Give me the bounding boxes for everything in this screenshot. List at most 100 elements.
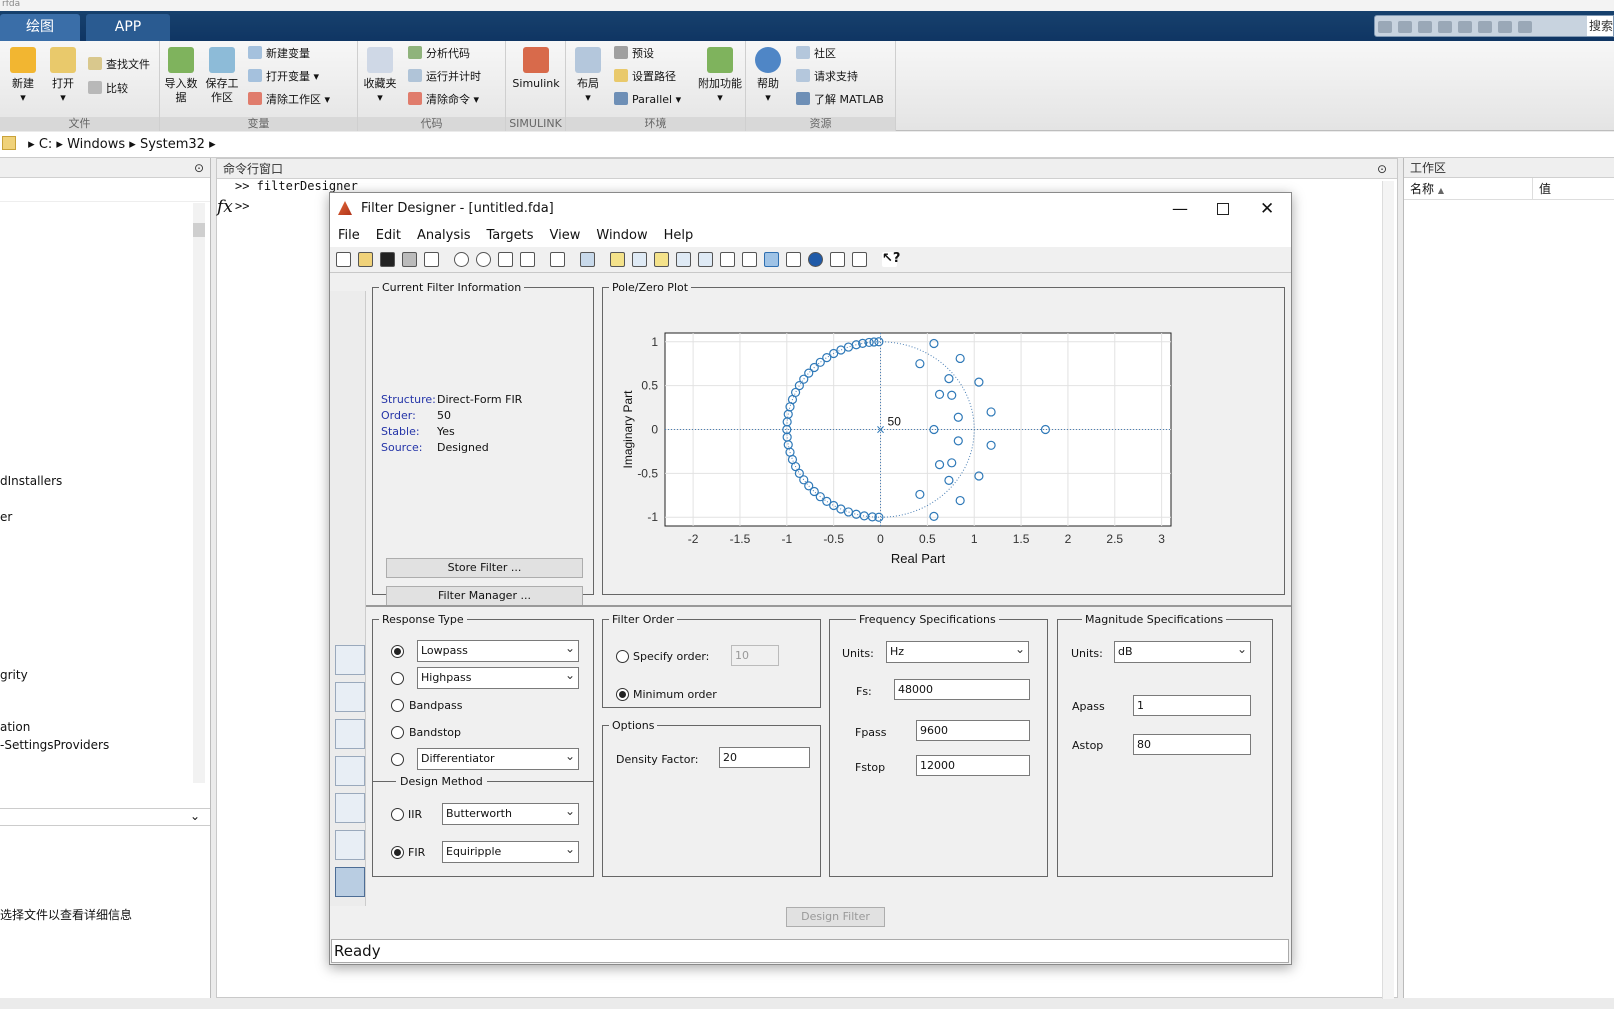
radio-specify-order[interactable] [616,650,629,663]
full-view-analysis-icon[interactable] [580,252,595,267]
fstop-input[interactable]: 12000 [916,755,1030,776]
clear-workspace-button[interactable]: 清除工作区 ▾ [248,92,330,108]
menu-view[interactable]: View [550,228,581,243]
parallel-button[interactable]: Parallel ▾ [614,92,681,108]
transform-filter-icon[interactable] [335,682,365,712]
new-variable-button[interactable]: 新建变量 [248,46,310,62]
apass-input[interactable]: 1 [1133,695,1251,716]
import-data-button[interactable]: 导入数据 [163,47,199,105]
redo-icon[interactable] [1478,21,1492,33]
switch-windows-icon[interactable] [1498,21,1512,33]
clear-commands-button[interactable]: 清除命令 ▾ [408,92,479,108]
favorites-button[interactable]: 收藏夹 ▾ [360,47,400,105]
help-button[interactable]: 帮助 ▾ [748,47,788,105]
import-filter-icon[interactable] [335,830,365,860]
open-button[interactable]: 打开 ▾ [43,47,83,105]
menu-window[interactable]: Window [596,228,647,243]
astop-input[interactable]: 80 [1133,734,1251,755]
compare-button[interactable]: 比较 [88,81,128,97]
menu-analysis[interactable]: Analysis [417,228,471,243]
list-item[interactable]: dInstallers [0,474,62,488]
new-button[interactable]: 新建 ▾ [3,47,43,105]
panel-menu-icon[interactable]: ⊙ [1377,159,1387,179]
filter-info-icon[interactable] [808,252,823,267]
set-path-button[interactable]: 设置路径 [614,69,676,85]
radio-fir[interactable] [391,846,404,859]
step-response-icon[interactable] [742,252,757,267]
create-multirate-icon[interactable] [335,719,365,749]
save-workspace-button[interactable]: 保存工作区 [202,47,242,105]
print-icon[interactable] [402,252,417,267]
radio-differentiator[interactable] [391,753,404,766]
maximize-button[interactable] [1217,203,1229,215]
full-view-icon[interactable] [520,252,535,267]
tab-app[interactable]: APP [86,14,170,41]
scrollbar[interactable] [193,203,205,783]
column-name[interactable]: 名称 ▲ [1410,178,1444,202]
open-variable-button[interactable]: 打开变量 ▾ [248,69,319,85]
zoom-in-icon[interactable] [454,252,469,267]
store-filter-button[interactable]: Store Filter ... [386,558,583,578]
community-button[interactable]: 社区 [796,46,836,62]
simulink-button[interactable]: Simulink [510,47,562,91]
filter-manager-button[interactable]: Filter Manager ... [386,586,583,606]
zoom-x-icon[interactable] [498,252,513,267]
highpass-select[interactable]: Highpass [417,665,579,689]
analyze-code-button[interactable]: 分析代码 [408,46,470,62]
learn-matlab-button[interactable]: 了解 MATLAB [796,92,884,108]
phase-response-icon[interactable] [632,252,647,267]
request-support-button[interactable]: 请求支持 [796,69,858,85]
add-ons-button[interactable]: 附加功能 ▾ [696,47,744,105]
path-part-drive[interactable]: C: [39,137,52,152]
minimize-button[interactable]: — [1172,193,1188,225]
radio-iir[interactable] [391,808,404,821]
zoom-out-icon[interactable] [476,252,491,267]
open-icon[interactable] [358,252,373,267]
cut-icon[interactable] [1398,21,1412,33]
path-part-windows[interactable]: Windows [67,137,125,152]
save-icon[interactable] [1378,21,1392,33]
copy-icon[interactable] [1418,21,1432,33]
mag-phase-icon[interactable] [654,252,669,267]
save-icon[interactable] [380,252,395,267]
help-icon[interactable] [1518,21,1532,33]
design-filter-button[interactable]: Design Filter [786,907,885,927]
radio-lowpass[interactable] [391,645,404,658]
realize-model-icon[interactable] [335,793,365,823]
run-and-time-button[interactable]: 运行并计时 [408,69,481,85]
list-item[interactable]: -SettingsProviders [0,738,109,752]
panel-menu-icon[interactable]: ⊙ [0,158,210,178]
command-prompt[interactable]: >> [235,199,249,213]
fir-method-select[interactable]: Equiripple [442,839,579,863]
address-bar[interactable]: ▸ C: ▸ Windows ▸ System32 ▸ [0,132,1614,158]
column-value[interactable]: 值 [1532,178,1551,200]
details-toggle[interactable]: ⌄ [0,808,210,826]
preferences-button[interactable]: 预设 [614,46,654,62]
paste-icon[interactable] [1438,21,1452,33]
filter-coefficients-icon[interactable] [786,252,801,267]
fs-input[interactable]: 48000 [894,679,1030,700]
menu-edit[interactable]: Edit [376,228,401,243]
menu-help[interactable]: Help [664,228,694,243]
fpass-input[interactable]: 9600 [916,720,1030,741]
design-filter-panel-icon[interactable] [335,645,365,675]
find-files-button[interactable]: 查找文件 [88,57,150,73]
list-item[interactable]: grity [0,668,28,682]
magnitude-response-icon[interactable] [610,252,625,267]
close-button[interactable]: ✕ [1260,193,1274,225]
lowpass-select[interactable]: Lowpass [417,638,579,662]
radio-minimum-order[interactable] [616,688,629,701]
radio-bandstop[interactable] [391,726,404,739]
print-preview-icon[interactable] [424,252,439,267]
list-item[interactable]: ation [0,720,30,734]
whats-this-help-icon[interactable]: ↖? [882,252,900,267]
density-factor-input[interactable]: 20 [719,747,810,768]
pole-zero-editor-icon[interactable] [335,867,365,897]
specify-order-input[interactable]: 10 [731,645,779,666]
round-off-noise-icon[interactable] [852,252,867,267]
search-docs-input[interactable]: 搜索 [1587,16,1613,36]
radio-bandpass[interactable] [391,699,404,712]
freq-units-select[interactable]: Hz [886,639,1029,663]
menu-file[interactable]: File [338,228,360,243]
fx-icon[interactable]: fx [217,197,233,217]
